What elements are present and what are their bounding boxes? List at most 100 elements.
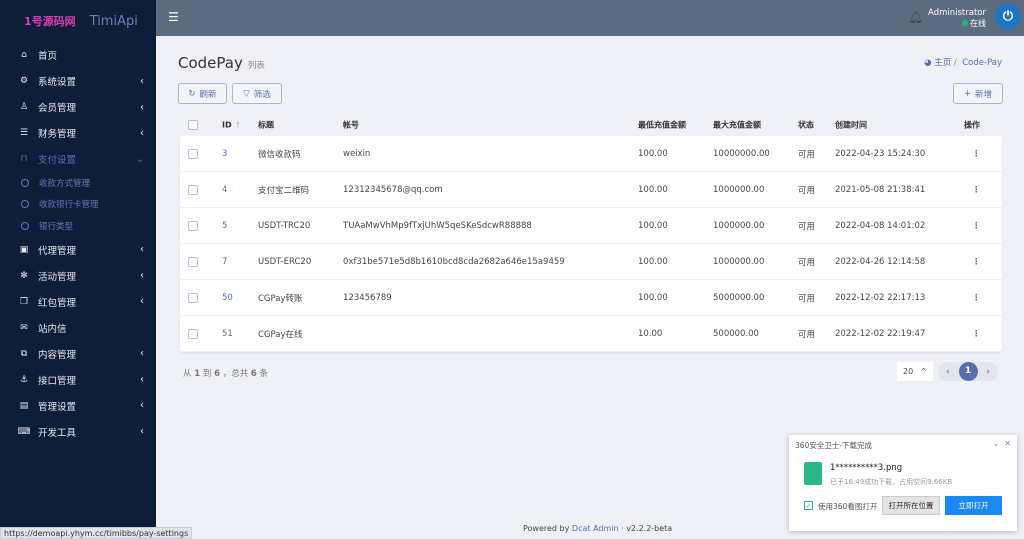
pagination: 20 ^ ‹ 1 › (897, 362, 998, 381)
sidebar-item[interactable]: ⚙ 系统设置 ‹ (0, 68, 156, 94)
plus-icon: + (963, 88, 972, 99)
clone-icon: ❐ (19, 296, 29, 307)
cell-created-at: 2022-12-02 22:17:13 (835, 292, 926, 303)
open-now-button[interactable]: 立即打开 (945, 496, 1002, 515)
row-checkbox[interactable] (188, 220, 198, 231)
select-all-checkbox[interactable] (188, 120, 198, 130)
cell-id: 51 (222, 328, 233, 339)
per-page-select[interactable]: 20 ^ (897, 362, 933, 381)
sidebar-item[interactable]: ⧉ 内容管理 ‹ (0, 341, 156, 367)
cell-min-amount: 100.00 (638, 184, 668, 195)
user-status: 在线 (970, 19, 986, 28)
sidebar-item[interactable]: ❐ 红包管理 ‹ (0, 289, 156, 315)
chevron-icon: ‹ (140, 75, 144, 87)
sidebar-item[interactable]: ✉ 站内信 (0, 315, 156, 341)
chevron-icon: ‹ (140, 270, 144, 281)
use-360-viewer-checkbox[interactable]: ✓ (804, 501, 813, 510)
cell-title: CGPay转账 (258, 293, 303, 304)
circle-icon (21, 178, 29, 187)
breadcrumb: ◕ 主页 / Code-Pay (924, 58, 1002, 68)
table-row: 50 CGPay转账 123456789 100.00 5000000.00 可用 2022… (180, 280, 1002, 316)
cell-id: 7 (222, 256, 228, 267)
sidebar-item-label: 管理设置 (38, 401, 77, 413)
sidebar-item-label: 内容管理 (38, 349, 77, 361)
user-info[interactable]: Administrator 在线 (928, 8, 986, 29)
sidebar-item[interactable]: ♙ 会员管理 ‹ (0, 94, 156, 120)
sidebar-item[interactable]: ⌂ 首页 (0, 42, 156, 68)
row-checkbox[interactable] (188, 328, 198, 339)
more-actions-icon[interactable]: ⋮ (972, 185, 981, 195)
cell-account: weixin (343, 148, 371, 159)
cell-account: TUAaMwVhMp9fTxjUhW5qeSKeSdcwR88888 (343, 220, 532, 231)
row-checkbox[interactable] (188, 256, 198, 267)
bell-icon[interactable]: 🔔︎ (908, 10, 923, 24)
refresh-button[interactable]: ↻ 刷新 (178, 83, 227, 104)
dcat-link[interactable]: Dcat Admin (572, 524, 619, 533)
row-checkbox[interactable] (188, 184, 198, 195)
sidebar-item-label: 活动管理 (38, 271, 77, 283)
id-card-icon: ▤ (19, 400, 29, 411)
cell-max-amount: 1000000.00 (713, 184, 765, 195)
sidebar-subitem[interactable]: 收款方式管理 (0, 172, 156, 194)
table-row: 3 微信收款码 weixin 100.00 10000000.00 可用 2022-04-2… (180, 136, 1002, 172)
sidebar-subitem[interactable]: 银行类型 (0, 215, 156, 237)
sidebar-item-label: 会员管理 (38, 103, 77, 114)
chevron-up-icon: ^ (920, 367, 927, 376)
sidebar-item-label: 首页 (38, 51, 58, 62)
cell-status: 可用 (798, 329, 816, 340)
circle-icon (21, 221, 29, 230)
prev-page-button[interactable]: ‹ (946, 367, 950, 377)
user-icon: ♙ (19, 102, 29, 112)
pinwheel-icon: ✻ (20, 270, 28, 281)
sidebar-subitem-label: 银行类型 (39, 221, 74, 232)
header-id[interactable]: ID ↑ (222, 121, 241, 130)
table-row: 51 CGPay在线 10.00 500000.00 可用 2022-12-02 22:1… (180, 316, 1002, 352)
sidebar-item[interactable]: ✻ 活动管理 ‹ (0, 263, 156, 289)
row-checkbox[interactable] (188, 148, 198, 159)
copy-icon: ⧉ (20, 348, 28, 359)
more-actions-icon[interactable]: ⋮ (972, 293, 981, 303)
more-actions-icon[interactable]: ⋮ (972, 257, 981, 267)
more-actions-icon[interactable]: ⋮ (972, 221, 981, 231)
sidebar-item[interactable]: ⌨ 开发工具 ‹ (0, 419, 156, 445)
sidebar-item[interactable]: ☰ 财务管理 ‹ (0, 120, 156, 146)
collapse-icon[interactable]: ⌄ (993, 439, 1000, 448)
open-folder-button[interactable]: 打开所在位置 (882, 496, 940, 515)
more-actions-icon[interactable]: ⋮ (972, 149, 981, 159)
new-button[interactable]: + 新增 (953, 83, 1003, 104)
row-checkbox[interactable] (188, 292, 198, 303)
logo[interactable]: 1号源码网 TimiApi (0, 0, 156, 42)
cell-status: 可用 (798, 293, 816, 304)
bookmark-icon: ⊓ (20, 154, 28, 164)
toast-title: 360安全卫士-下载完成 (795, 441, 873, 450)
cell-account: 12312345678@qq.com (343, 184, 443, 195)
sidebar-item[interactable]: ▣ 代理管理 ‹ (0, 237, 156, 263)
filter-button[interactable]: ▽ 筛选 (232, 83, 282, 104)
checkbox-label: 使用360看图打开 (818, 502, 878, 511)
sidebar-subitem[interactable]: 收款银行卡管理 (0, 194, 156, 216)
sidebar-nav: ⌂ 首页 ⚙ 系统设置 ‹ ♙ 会员管理 ‹ ☰ 财务管理 ‹ ⊓ 支付设置 ⌄ 收款方式管理收款银行卡管理… (0, 42, 156, 445)
cell-min-amount: 100.00 (638, 220, 668, 231)
more-actions-icon[interactable]: ⋮ (972, 329, 981, 339)
close-icon[interactable]: ✕ (1004, 439, 1011, 448)
cell-id: 3 (222, 148, 228, 159)
anchor-icon: ⚓ (19, 374, 29, 385)
avatar[interactable]: ⏻ (995, 4, 1021, 30)
envelope-icon: ✉ (20, 322, 28, 333)
next-page-button[interactable]: › (986, 367, 990, 377)
menu-toggle-icon[interactable]: ☰ (168, 10, 179, 24)
chevron-icon: ‹ (140, 426, 144, 437)
sidebar-subitem-label: 收款银行卡管理 (39, 200, 99, 211)
page-button-current[interactable]: 1 (958, 362, 978, 381)
app-name: TimiApi (89, 13, 138, 29)
cell-id: 5 (222, 220, 228, 231)
breadcrumb-home[interactable]: 主页 (934, 58, 951, 68)
cell-status: 可用 (798, 185, 816, 196)
sidebar: 1号源码网 TimiApi ⌂ 首页 ⚙ 系统设置 ‹ ♙ 会员管理 ‹ ☰ 财务管理 ‹ ⊓ 支付设置… (0, 0, 156, 539)
sidebar-item[interactable]: ▤ 管理设置 ‹ (0, 393, 156, 419)
sidebar-item[interactable]: ⊓ 支付设置 ⌄ (0, 146, 156, 172)
cell-title: USDT-ERC20 (258, 256, 312, 267)
sort-icon[interactable]: ↑ (234, 121, 241, 130)
sidebar-item[interactable]: ⚓ 接口管理 ‹ (0, 367, 156, 393)
cell-title: CGPay在线 (258, 329, 303, 340)
